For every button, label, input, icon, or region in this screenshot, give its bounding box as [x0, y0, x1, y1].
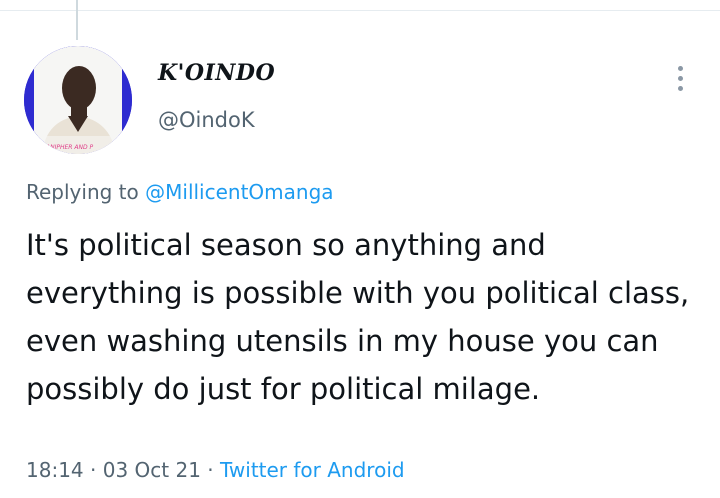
avatar[interactable]: ANIPHER AND P: [24, 46, 132, 154]
author-handle[interactable]: @OindoK: [158, 108, 255, 132]
author-display-name[interactable]: K'OINDO: [158, 60, 275, 86]
reply-mention-link[interactable]: @MillicentOmanga: [145, 180, 333, 204]
meta-separator: ·: [83, 458, 103, 482]
replying-prefix: Replying to: [26, 180, 146, 204]
more-dot: [677, 75, 683, 81]
tweet-text: It's political season so anything and ev…: [26, 228, 690, 406]
replying-to-line: Replying to @MillicentOmanga: [26, 180, 334, 204]
avatar-image: ANIPHER AND P: [24, 46, 132, 154]
divider: [0, 10, 720, 11]
more-dot: [677, 85, 683, 91]
more-dot: [677, 65, 683, 71]
thread-connector-line: [76, 0, 78, 40]
more-vertical-icon[interactable]: [664, 60, 696, 96]
tweet-time[interactable]: 18:14: [26, 458, 84, 482]
avatar-caption: ANIPHER AND P: [45, 144, 93, 151]
tweet-source-link[interactable]: Twitter for Android: [220, 458, 405, 482]
meta-separator: ·: [200, 458, 220, 482]
tweet-date[interactable]: 03 Oct 21: [103, 458, 201, 482]
tweet-metadata: 18:14 · 03 Oct 21 · Twitter for Android: [26, 458, 405, 482]
